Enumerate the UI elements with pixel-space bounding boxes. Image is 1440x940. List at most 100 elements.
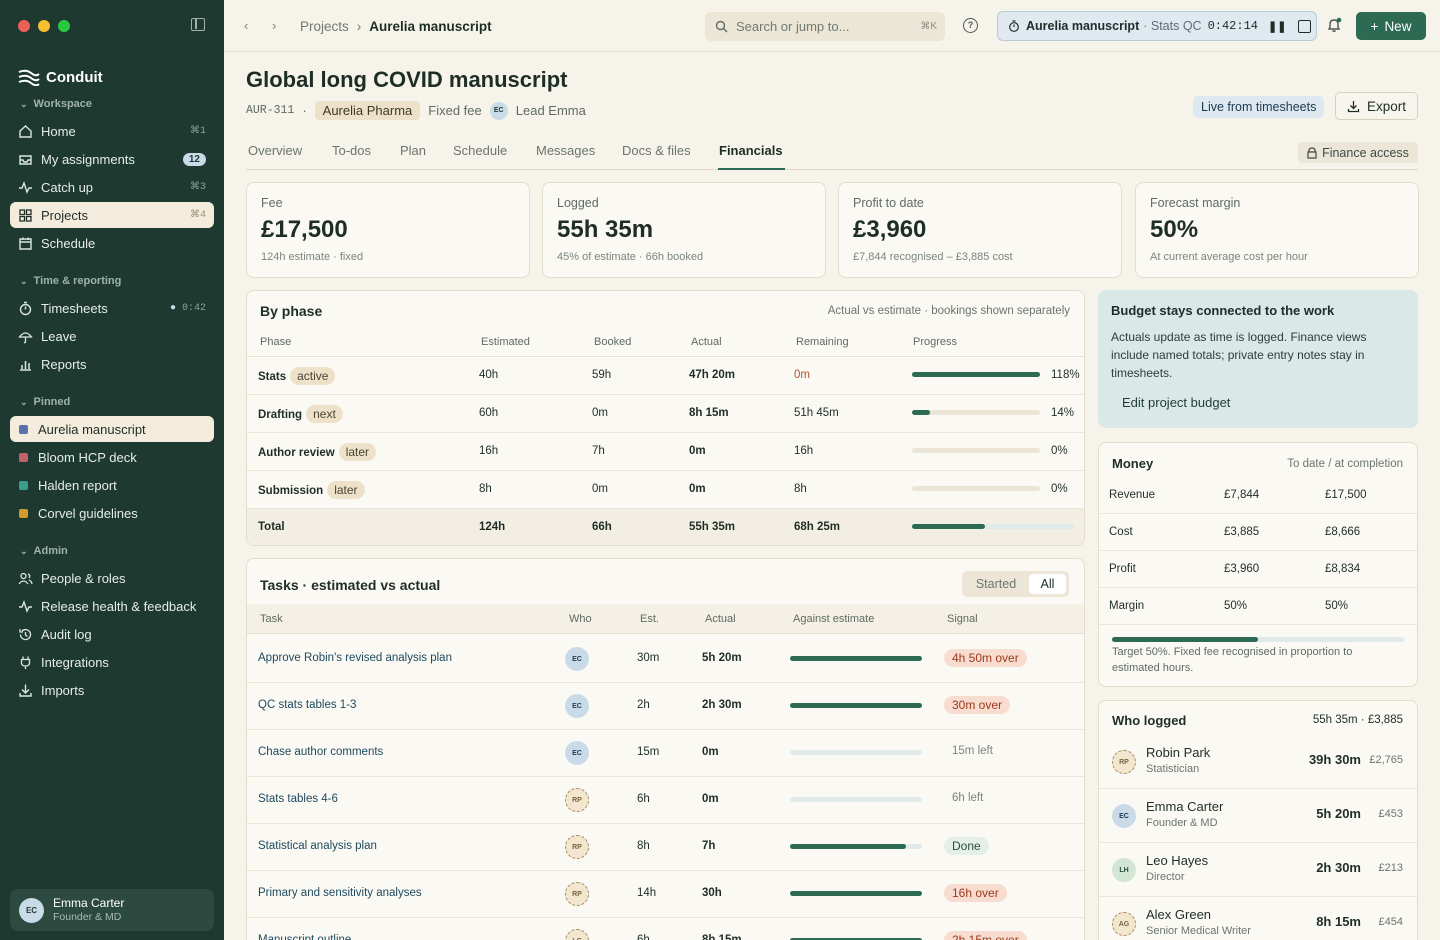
app-logo[interactable]: Conduit	[18, 68, 103, 86]
timer-task: · Stats QC	[1143, 19, 1202, 33]
person-row[interactable]: EC Emma Carter Founder & MD 5h 20m £453	[1099, 789, 1417, 843]
bell-icon[interactable]	[1326, 17, 1342, 33]
person-cost: £2,765	[1369, 754, 1403, 766]
tab-to-dos[interactable]: To-dos	[332, 143, 371, 158]
nav-timesheets[interactable]: Timesheets ● 0:42	[10, 295, 214, 321]
table-row[interactable]: Stats tables 4-6 RP 6h 0m 6h left	[247, 777, 1084, 824]
timer-value: 0:42	[181, 302, 206, 314]
filter-started[interactable]: Started	[965, 574, 1027, 594]
nav-label: Home	[41, 123, 76, 139]
money-label: Revenue	[1109, 489, 1156, 501]
help-icon[interactable]: ?	[963, 18, 978, 33]
table-row: Author review later 16h 7h 0m 16h 0%	[247, 433, 1084, 471]
pinned-bloom-hcp-deck[interactable]: Bloom HCP deck	[10, 444, 214, 470]
tab-messages[interactable]: Messages	[536, 143, 595, 158]
person-row[interactable]: AG Alex Green Senior Medical Writer 8h 15m £…	[1099, 897, 1417, 940]
search-input[interactable]: Search or jump to... ⌘K	[705, 12, 945, 41]
person-row[interactable]: LH Leo Hayes Director 2h 30m £213	[1099, 843, 1417, 897]
new-button[interactable]: + New	[1356, 12, 1426, 40]
section-time-reporting[interactable]: ⌄ Time & reporting	[20, 275, 121, 287]
task-name-link[interactable]: Approve Robin's revised analysis plan	[258, 652, 452, 664]
pinned-halden-report[interactable]: Halden report	[10, 472, 214, 498]
sidebar-toggle-icon[interactable]	[191, 18, 205, 31]
people-icon	[18, 571, 33, 586]
user-name: Emma Carter	[53, 896, 125, 910]
table-row[interactable]: Chase author comments EC 15m 0m 15m left	[247, 730, 1084, 777]
nav-catch-up[interactable]: Catch up ⌘3	[10, 174, 214, 200]
table-row[interactable]: Approve Robin's revised analysis plan EC 3…	[247, 636, 1084, 683]
project-code: AUR-311	[246, 104, 295, 117]
money-label: Profit	[1109, 563, 1136, 575]
estimate-value: 15m	[637, 746, 660, 758]
nav-label: Integrations	[41, 654, 109, 670]
edit-budget-link[interactable]: Edit project budget	[1122, 395, 1230, 410]
running-timer-widget[interactable]: Aurelia manuscript · Stats QC 0:42:14 ❚❚	[997, 11, 1317, 41]
section-pinned[interactable]: ⌄ Pinned	[20, 396, 70, 408]
nav-audit-log[interactable]: Audit log	[10, 621, 214, 647]
task-name-link[interactable]: Primary and sensitivity analyses	[258, 887, 422, 899]
forward-arrow-icon[interactable]: ›	[272, 18, 276, 33]
section-workspace[interactable]: ⌄ Workspace	[20, 98, 92, 110]
actual-value: 0m	[702, 793, 719, 805]
col-signal: Signal	[947, 613, 978, 625]
nav-home[interactable]: Home ⌘1	[10, 118, 214, 144]
nav-imports[interactable]: Imports	[10, 677, 214, 703]
table-row[interactable]: Manuscript outline LC 6h 8h 15m 2h 15m over	[247, 918, 1084, 940]
nav-my-assignments[interactable]: My assignments 12	[10, 146, 214, 172]
pinned-aurelia-manuscript[interactable]: Aurelia manuscript	[10, 416, 214, 442]
conduit-logo-icon	[18, 69, 40, 86]
progress-percent: 0%	[1051, 483, 1068, 495]
section-admin[interactable]: ⌄ Admin	[20, 545, 68, 557]
nav-integrations[interactable]: Integrations	[10, 649, 214, 675]
phase-name-cell: Stats active	[258, 367, 336, 385]
task-name-link[interactable]: Chase author comments	[258, 746, 383, 758]
sidebar: Conduit ⌄ Workspace Home ⌘1 My assignments…	[0, 0, 224, 940]
money-label: Margin	[1109, 600, 1145, 612]
tab-docs-files[interactable]: Docs & files	[622, 143, 691, 158]
table-row[interactable]: Primary and sensitivity analyses RP 14h 30h…	[247, 871, 1084, 918]
total-progress-bar	[912, 524, 1074, 529]
chevron-down-icon: ⌄	[20, 275, 28, 286]
nav-leave[interactable]: Leave	[10, 323, 214, 349]
stop-icon[interactable]	[1298, 19, 1312, 33]
export-button[interactable]: Export	[1335, 92, 1418, 120]
actual-value: 8h 15m	[689, 407, 729, 419]
calendar-icon	[18, 236, 33, 251]
nav-people-roles[interactable]: People & roles	[10, 565, 214, 591]
estimate-value: 6h	[637, 934, 650, 940]
against-estimate-bar	[790, 703, 922, 708]
minimize-window-button[interactable]	[38, 20, 50, 32]
actual-value: 30h	[702, 887, 722, 899]
table-row[interactable]: Statistical analysis plan RP 8h 7h Done	[247, 824, 1084, 871]
task-name-link[interactable]: Manuscript outline	[258, 934, 351, 940]
zoom-window-button[interactable]	[58, 20, 70, 32]
task-name-link[interactable]: Stats tables 4-6	[258, 793, 338, 805]
task-name-link[interactable]: QC stats tables 1-3	[258, 699, 356, 711]
booked-value: 0m	[592, 407, 608, 419]
person-row[interactable]: RP Robin Park Statistician 39h 30m £2,765	[1099, 735, 1417, 789]
signal-cell: 4h 50m over	[944, 649, 1027, 667]
search-placeholder: Search or jump to...	[736, 19, 850, 34]
tab-plan[interactable]: Plan	[400, 143, 426, 158]
nav-label: Imports	[41, 682, 85, 698]
kpi-label: Forecast margin	[1150, 196, 1241, 210]
close-window-button[interactable]	[18, 20, 30, 32]
nav-release-health[interactable]: Release health & feedback	[10, 593, 214, 619]
nav-schedule[interactable]: Schedule	[10, 230, 214, 256]
table-row[interactable]: QC stats tables 1-3 EC 2h 2h 30m 30m over	[247, 683, 1084, 730]
task-name-link[interactable]: Statistical analysis plan	[258, 840, 377, 852]
tab-schedule[interactable]: Schedule	[453, 143, 507, 158]
back-arrow-icon[interactable]: ‹	[244, 18, 248, 33]
app-name: Conduit	[46, 68, 103, 86]
nav-label: My assignments	[41, 151, 135, 167]
client-pill[interactable]: Aurelia Pharma	[314, 101, 421, 120]
filter-all[interactable]: All	[1029, 574, 1066, 594]
breadcrumb-projects[interactable]: Projects	[300, 19, 349, 34]
pause-icon[interactable]: ❚❚	[1268, 20, 1286, 33]
tab-overview[interactable]: Overview	[248, 143, 302, 158]
pinned-corvel-guidelines[interactable]: Corvel guidelines	[10, 500, 214, 526]
tab-financials[interactable]: Financials	[718, 143, 785, 170]
nav-reports[interactable]: Reports	[10, 351, 214, 377]
current-user[interactable]: EC Emma Carter Founder & MD	[10, 889, 214, 931]
nav-projects[interactable]: Projects ⌘4	[10, 202, 214, 228]
